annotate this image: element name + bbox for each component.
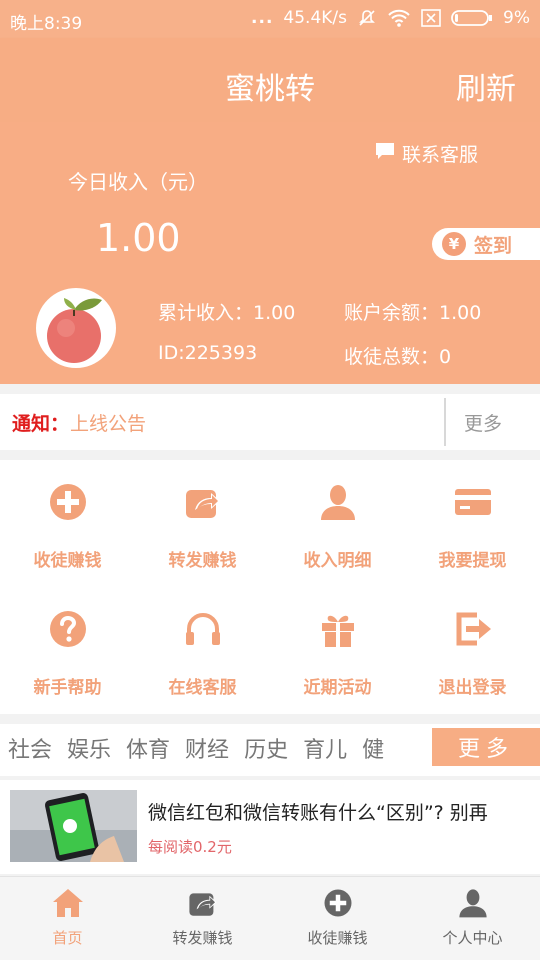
- checkin-button[interactable]: ¥ 签到: [432, 228, 540, 260]
- logout-icon: [451, 607, 495, 651]
- grid-item-recruit[interactable]: 收徒赚钱: [0, 460, 135, 587]
- grid-item-label: 收入明细: [303, 551, 372, 571]
- chat-icon: [374, 141, 396, 166]
- category-tabs: 社会 娱乐 体育 财经 历史 育儿 健 更多: [0, 724, 540, 776]
- category-list: 社会 娱乐 体育 财经 历史 育儿 健: [8, 732, 384, 764]
- person-icon: [316, 480, 360, 524]
- tab-recruit[interactable]: 收徒赚钱: [270, 877, 405, 960]
- grid-item-label: 近期活动: [303, 678, 372, 698]
- grid-item-income-detail[interactable]: 收入明细: [270, 460, 405, 587]
- grid-item-label: 新手帮助: [33, 678, 102, 698]
- grid-item-share-earn[interactable]: 转发赚钱: [135, 460, 270, 587]
- notice-divider: [444, 398, 446, 446]
- more-dots: ...: [251, 8, 274, 28]
- status-time: 晚上8:39: [10, 14, 83, 34]
- grid-item-label: 我要提现: [438, 551, 507, 571]
- tab-share-earn[interactable]: 转发赚钱: [135, 877, 270, 960]
- category-tab[interactable]: 财经: [185, 732, 229, 764]
- contact-service-button[interactable]: 联系客服: [374, 140, 478, 167]
- app-header: 蜜桃转 刷新: [0, 38, 540, 122]
- share-icon: [181, 480, 225, 524]
- grid-item-activities[interactable]: 近期活动: [270, 587, 405, 714]
- category-tab[interactable]: 育儿: [303, 732, 347, 764]
- refresh-button[interactable]: 刷新: [456, 64, 516, 108]
- notice-more-link[interactable]: 更多: [464, 409, 502, 436]
- tab-profile[interactable]: 个人中心: [405, 877, 540, 960]
- tab-label: 收徒赚钱: [307, 929, 368, 947]
- notice-label: 通知：: [12, 413, 70, 435]
- grid-item-logout[interactable]: 退出登录: [405, 587, 540, 714]
- article-read-reward: 每阅读0.2元: [148, 838, 232, 856]
- article-thumbnail: [10, 790, 137, 862]
- grid-item-label: 在线客服: [168, 678, 237, 698]
- share-icon: [185, 885, 221, 921]
- category-tab[interactable]: 社会: [8, 732, 52, 764]
- category-more-button[interactable]: 更多: [432, 728, 540, 766]
- headphones-icon: [181, 607, 225, 651]
- feature-grid: 收徒赚钱 转发赚钱 收入明细 我要提现 新手帮助 在线客服 近期活动 退出登录: [0, 460, 540, 714]
- checkin-label: 签到: [474, 234, 513, 257]
- income-panel: 联系客服 今日收入（元） 1.00 ¥ 签到 累计收入：1.00 账户余额：1.…: [0, 122, 540, 384]
- sim-off-icon: [421, 9, 441, 27]
- wifi-icon: [387, 8, 411, 28]
- apprentice-total: 收徒总数：0: [344, 346, 452, 368]
- tab-label: 个人中心: [442, 929, 503, 947]
- today-income-value: 1.00: [96, 216, 181, 260]
- grid-item-online-service[interactable]: 在线客服: [135, 587, 270, 714]
- category-tab[interactable]: 体育: [126, 732, 170, 764]
- status-icons: ... 45.4K/s 9%: [251, 8, 530, 28]
- tab-label: 转发赚钱: [172, 929, 233, 947]
- article-item[interactable]: 微信红包和微信转账有什么“区别”? 别再 每阅读0.2元: [0, 780, 540, 874]
- grid-item-label: 转发赚钱: [168, 551, 237, 571]
- grid-item-help[interactable]: 新手帮助: [0, 587, 135, 714]
- plus-circle-icon: [320, 885, 356, 921]
- category-tab[interactable]: 健: [362, 732, 384, 764]
- category-tab[interactable]: 娱乐: [67, 732, 111, 764]
- account-balance: 账户余额：1.00: [344, 302, 482, 324]
- status-bar: 晚上8:39 ... 45.4K/s 9%: [0, 0, 540, 38]
- battery-percent: 9%: [503, 8, 530, 28]
- battery-icon: [451, 9, 493, 27]
- card-icon: [451, 480, 495, 524]
- category-tab[interactable]: 历史: [244, 732, 288, 764]
- avatar[interactable]: [36, 288, 116, 368]
- yen-icon: ¥: [442, 232, 466, 256]
- plus-circle-icon: [46, 480, 90, 524]
- question-icon: [46, 607, 90, 651]
- mute-icon: [357, 8, 377, 28]
- total-income: 累计收入：1.00: [158, 302, 296, 324]
- person-icon: [455, 885, 491, 921]
- gift-icon: [316, 607, 360, 651]
- notice-text[interactable]: 上线公告: [70, 409, 146, 436]
- notice-bar: 通知： 上线公告 更多: [0, 394, 540, 450]
- tab-label: 首页: [52, 929, 83, 947]
- network-speed: 45.4K/s: [283, 8, 348, 28]
- contact-service-label: 联系客服: [401, 144, 478, 166]
- bottom-tab-bar: 首页 转发赚钱 收徒赚钱 个人中心: [0, 876, 540, 960]
- tab-home[interactable]: 首页: [0, 877, 135, 960]
- grid-item-label: 退出登录: [438, 678, 507, 698]
- grid-item-withdraw[interactable]: 我要提现: [405, 460, 540, 587]
- grid-item-label: 收徒赚钱: [33, 551, 102, 571]
- user-id: ID:225393: [158, 342, 258, 364]
- article-title[interactable]: 微信红包和微信转账有什么“区别”? 别再: [148, 798, 488, 825]
- today-income-label: 今日收入（元）: [68, 170, 208, 194]
- home-icon: [50, 885, 86, 921]
